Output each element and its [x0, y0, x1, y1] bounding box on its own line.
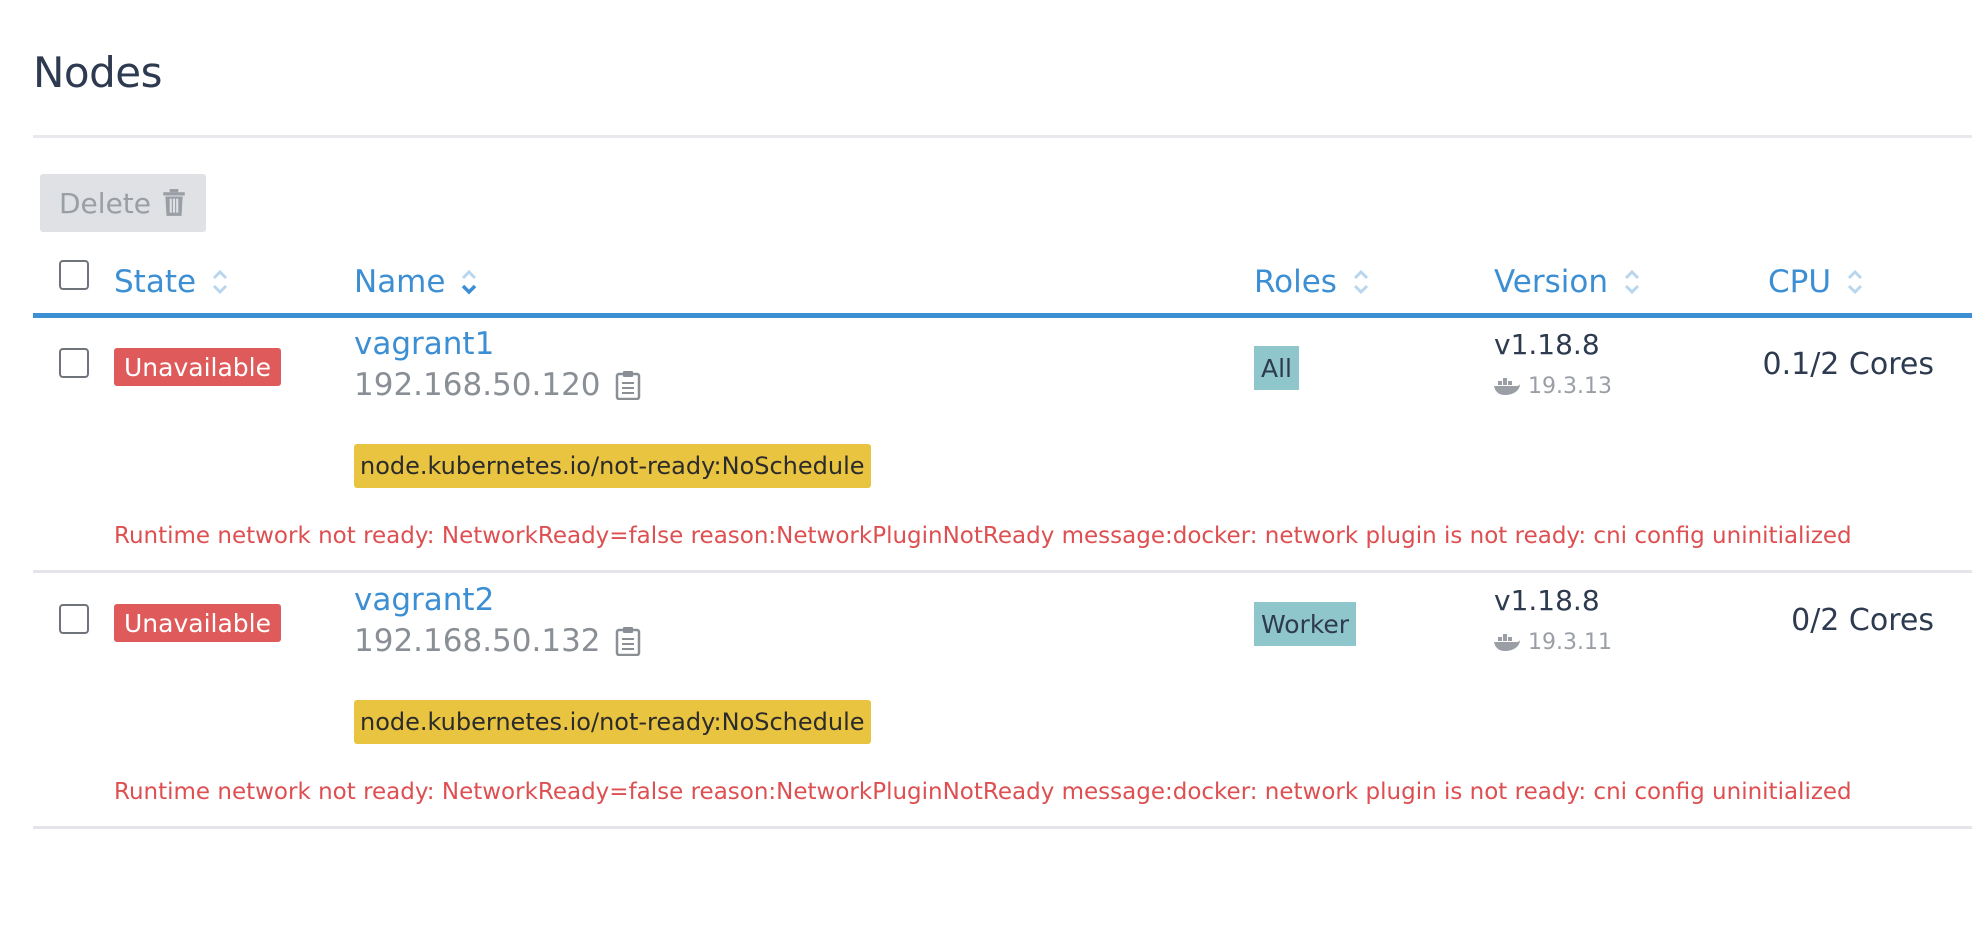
column-header-name[interactable]: Name: [354, 262, 479, 302]
clipboard-icon[interactable]: [615, 626, 641, 656]
role-badge: Worker: [1254, 602, 1357, 646]
column-header-cpu[interactable]: CPU: [1768, 262, 1865, 302]
taint-badge: node.kubernetes.io/not-ready:NoSchedule: [354, 444, 871, 488]
sort-active-icon: [462, 269, 477, 295]
column-header-version[interactable]: Version: [1494, 262, 1642, 302]
node-ip: 192.168.50.132: [354, 623, 641, 659]
node-name-link[interactable]: vagrant1: [354, 326, 494, 362]
docker-version-number: 19.3.11: [1528, 630, 1612, 655]
docker-version: 19.3.11: [1494, 630, 1612, 655]
nodes-page: Nodes Delete State Name Roles Version CP…: [0, 0, 1972, 946]
row-checkbox[interactable]: [59, 348, 89, 378]
node-error-message: Runtime network not ready: NetworkReady=…: [114, 523, 1852, 549]
column-header-state[interactable]: State: [114, 262, 230, 302]
role-badge: All: [1254, 346, 1299, 390]
row-divider: [33, 826, 1972, 829]
node-name-link[interactable]: vagrant2: [354, 582, 494, 618]
title-divider: [33, 135, 1972, 138]
column-header-version-label: Version: [1494, 264, 1608, 300]
node-ip-address: 192.168.50.132: [354, 623, 601, 659]
select-all-checkbox[interactable]: [59, 260, 89, 290]
column-header-roles-label: Roles: [1254, 264, 1337, 300]
column-header-name-label: Name: [354, 264, 446, 300]
trash-icon: [163, 189, 185, 216]
page-title: Nodes: [33, 48, 163, 97]
delete-button[interactable]: Delete: [40, 174, 206, 232]
sort-icon: [1624, 269, 1640, 295]
cpu-usage: 0/2 Cores: [1791, 603, 1934, 638]
clipboard-icon[interactable]: [615, 370, 641, 400]
docker-icon: [1494, 633, 1520, 651]
column-header-cpu-label: CPU: [1768, 264, 1832, 300]
delete-button-label: Delete: [59, 186, 151, 220]
kubernetes-version: v1.18.8: [1494, 584, 1600, 617]
kubernetes-version: v1.18.8: [1494, 328, 1600, 361]
row-checkbox[interactable]: [59, 604, 89, 634]
docker-version-number: 19.3.13: [1528, 374, 1612, 399]
docker-version: 19.3.13: [1494, 374, 1612, 399]
status-badge: Unavailable: [114, 348, 281, 386]
taint-badge: node.kubernetes.io/not-ready:NoSchedule: [354, 700, 871, 744]
sort-icon: [1353, 269, 1369, 295]
node-error-message: Runtime network not ready: NetworkReady=…: [114, 779, 1852, 805]
sort-icon: [213, 269, 228, 295]
node-ip: 192.168.50.120: [354, 367, 641, 403]
row-divider: [33, 570, 1972, 573]
node-ip-address: 192.168.50.120: [354, 367, 601, 403]
table-header-divider: [33, 313, 1972, 318]
column-header-roles[interactable]: Roles: [1254, 262, 1371, 302]
docker-icon: [1494, 377, 1520, 395]
column-header-state-label: State: [114, 264, 197, 300]
cpu-usage: 0.1/2 Cores: [1762, 347, 1934, 382]
status-badge: Unavailable: [114, 604, 281, 642]
sort-icon: [1847, 269, 1863, 295]
